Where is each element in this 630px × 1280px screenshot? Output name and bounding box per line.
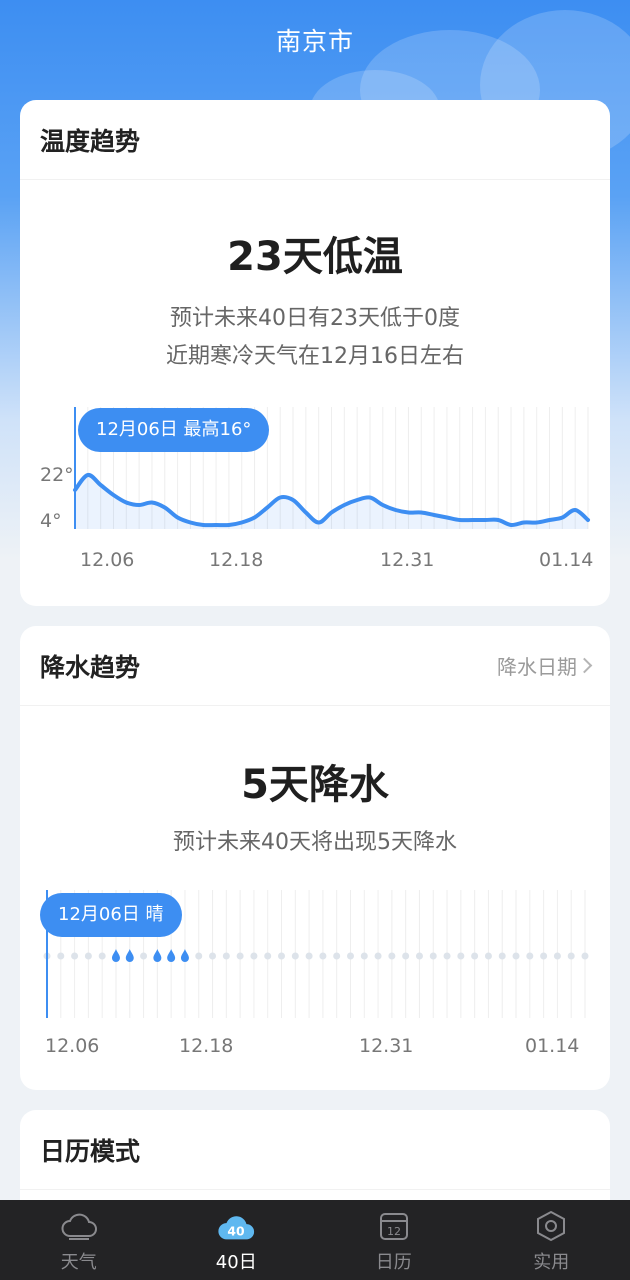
dry-day-dot: [71, 952, 79, 960]
dry-day-dot: [222, 952, 230, 960]
dry-day-dot: [402, 952, 410, 960]
cloud-icon: [59, 1206, 99, 1246]
calendar-card-title: 日历模式: [40, 1136, 141, 1166]
dry-day-dot: [374, 952, 382, 960]
temperature-tooltip: 12月06日 最高16°: [78, 408, 270, 452]
dry-day-dot: [264, 952, 272, 960]
precipitation-card-header: 降水趋势 降水日期: [20, 626, 610, 706]
dry-day-dot: [484, 952, 492, 960]
x-tick-label: 12.06: [45, 1035, 100, 1057]
dry-day-dot: [57, 952, 65, 960]
x-tick-label: 01.14: [539, 549, 594, 571]
dry-day-dot: [581, 952, 589, 960]
temperature-card-title: 温度趋势: [40, 126, 141, 156]
x-tick-label: 12.31: [380, 549, 435, 571]
dry-day-dot: [567, 952, 575, 960]
tab-calendar[interactable]: 12 日历: [315, 1200, 473, 1280]
dry-day-dot: [526, 952, 534, 960]
dry-day-dot: [553, 952, 561, 960]
bottom-tab-bar: 天气 40 40日 12 日历 实用: [0, 1200, 630, 1280]
hexagon-gear-icon: [531, 1206, 571, 1246]
y-tick-label: 4°: [40, 510, 62, 532]
calendar-icon: 12: [374, 1206, 414, 1246]
dry-day-dot: [388, 952, 396, 960]
svg-text:12: 12: [387, 1225, 401, 1238]
x-tick-label: 12.18: [209, 549, 264, 571]
precipitation-tooltip: 12月06日 晴: [40, 893, 182, 937]
rain-drop-icon: [111, 949, 120, 962]
rain-drop-icon: [153, 949, 162, 962]
dry-day-dot: [291, 952, 299, 960]
forty-day-icon: 40: [216, 1206, 256, 1246]
dry-day-dot: [457, 952, 465, 960]
temperature-desc-line2: 近期寒冷天气在12月16日左右: [166, 344, 464, 369]
precipitation-card-title: 降水趋势: [40, 652, 141, 682]
tab-utilities[interactable]: 实用: [473, 1200, 630, 1280]
dry-day-dot: [98, 952, 106, 960]
x-tick-label: 12.06: [80, 549, 135, 571]
precipitation-desc: 预计未来40天将出现5天降水: [173, 830, 457, 855]
city-title[interactable]: 南京市: [0, 22, 630, 58]
calendar-card-header: 日历模式: [20, 1110, 610, 1190]
tab-weather-label: 天气: [60, 1252, 97, 1273]
svg-text:40: 40: [228, 1225, 246, 1239]
rain-days-stat: 5天降水: [241, 762, 389, 808]
dry-day-dot: [250, 952, 258, 960]
dry-day-dot: [471, 952, 479, 960]
x-tick-label: 01.14: [525, 1035, 580, 1057]
chevron-right-icon: [576, 657, 593, 674]
tab-40-day-label: 40日: [215, 1252, 257, 1273]
dry-day-dot: [540, 952, 548, 960]
low-temp-days-stat: 23天低温: [227, 234, 403, 280]
dry-day-dot: [512, 952, 520, 960]
dry-day-dot: [360, 952, 368, 960]
dry-day-dot: [140, 952, 148, 960]
dry-day-dot: [443, 952, 451, 960]
rain-drop-icon: [125, 949, 134, 962]
rain-drop-icon: [180, 949, 189, 962]
dry-day-dot: [415, 952, 423, 960]
y-tick-label: 22°: [40, 464, 74, 486]
temperature-card-header: 温度趋势: [20, 100, 610, 180]
dry-day-dot: [209, 952, 217, 960]
dry-day-dot: [305, 952, 313, 960]
dry-day-dot: [429, 952, 437, 960]
x-tick-label: 12.18: [179, 1035, 234, 1057]
dry-day-dot: [236, 952, 244, 960]
tab-weather[interactable]: 天气: [0, 1200, 158, 1280]
tab-utilities-label: 实用: [533, 1252, 570, 1273]
rain-drop-icon: [167, 949, 176, 962]
rain-dates-link-label: 降水日期: [497, 655, 577, 679]
temperature-desc-line1: 预计未来40日有23天低于0度: [170, 306, 460, 331]
dry-day-dot: [278, 952, 286, 960]
tab-40-day[interactable]: 40 40日: [158, 1200, 316, 1280]
x-tick-label: 12.31: [359, 1035, 414, 1057]
dry-day-dot: [195, 952, 203, 960]
rain-dates-link[interactable]: 降水日期: [497, 651, 593, 680]
dry-day-dot: [84, 952, 92, 960]
tab-calendar-label: 日历: [375, 1252, 412, 1273]
dry-day-dot: [333, 952, 341, 960]
dry-day-dot: [346, 952, 354, 960]
dry-day-dot: [498, 952, 506, 960]
precipitation-card: 降水趋势 降水日期 5天降水 预计未来40天将出现5天降水 12月06日 晴 1…: [20, 626, 610, 1090]
temperature-card: 温度趋势 23天低温 预计未来40日有23天低于0度 近期寒冷天气在12月16日…: [20, 100, 610, 606]
dry-day-dot: [319, 952, 327, 960]
